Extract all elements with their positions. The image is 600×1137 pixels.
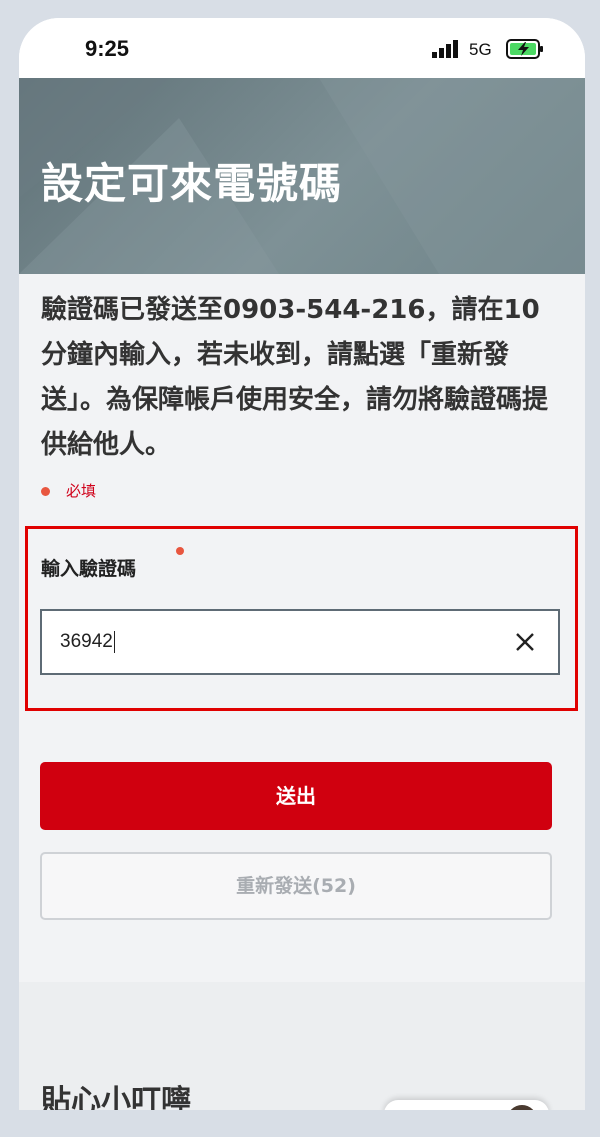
screen: 9:25 5G 設定可來電號碼 驗證碼已發送至0903-544-216，請在10… [19, 18, 585, 1110]
input-value[interactable]: 36942 [60, 631, 115, 653]
status-time: 9:25 [85, 36, 130, 61]
page-title: 設定可來電號碼 [41, 159, 343, 208]
network-type: 5G [469, 40, 492, 59]
instruction-text: 驗證碼已發送至0903-544-216，請在10分鐘內輸入，若未收到，請點選「重… [41, 295, 549, 460]
floating-assistant-button[interactable] [384, 1100, 549, 1110]
text-caret [113, 631, 115, 653]
tips-section: 貼心小叮嚀 [19, 982, 585, 1110]
tips-title: 貼心小叮嚀 [41, 1084, 191, 1110]
verification-code-label: 輸入驗證碼 [41, 558, 137, 580]
assistant-avatar [507, 1105, 537, 1110]
submit-button[interactable]: 送出 [40, 762, 552, 830]
input-text: 36942 [60, 631, 113, 653]
required-dot [176, 547, 184, 555]
resend-button[interactable]: 重新發送(52) [40, 852, 552, 920]
main-content: 驗證碼已發送至0903-544-216，請在10分鐘內輸入，若未收到，請點選「重… [19, 274, 585, 1110]
hero-banner: 設定可來電號碼 [19, 78, 585, 274]
battery-charging-icon [506, 39, 543, 59]
clear-icon[interactable] [512, 629, 538, 655]
required-label: 必填 [66, 482, 97, 500]
verification-code-input[interactable]: 36942 [40, 609, 560, 675]
status-bar: 9:25 5G [19, 18, 585, 78]
required-note: 必填 [41, 480, 96, 501]
required-dot [41, 487, 50, 496]
phone-frame: 9:25 5G 設定可來電號碼 驗證碼已發送至0903-544-216，請在10… [0, 0, 600, 1137]
signal-icon [432, 40, 458, 58]
